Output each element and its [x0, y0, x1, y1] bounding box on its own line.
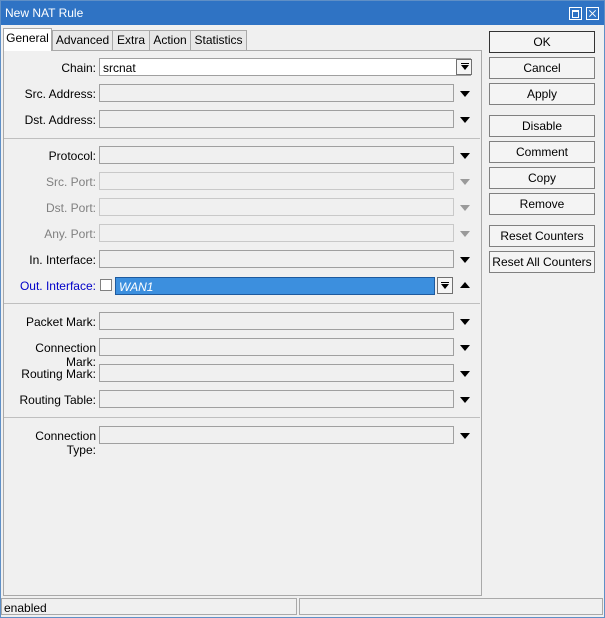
protocol-dropdown-icon[interactable]: [460, 153, 470, 159]
connection-mark-row: Connection Mark:: [4, 338, 479, 369]
title-bar[interactable]: New NAT Rule: [1, 1, 604, 25]
window-title: New NAT Rule: [5, 6, 84, 20]
connection-mark-dropdown-icon[interactable]: [460, 345, 470, 351]
protocol-row: Protocol:: [4, 146, 479, 166]
apply-button[interactable]: Apply: [489, 83, 595, 105]
connection-type-field[interactable]: [99, 426, 454, 444]
tab-action[interactable]: Action: [149, 30, 191, 50]
tab-general[interactable]: General: [3, 28, 52, 51]
in-interface-dropdown-icon[interactable]: [460, 257, 470, 263]
comment-button[interactable]: Comment: [489, 141, 595, 163]
cancel-button[interactable]: Cancel: [489, 57, 595, 79]
packet-mark-dropdown-icon[interactable]: [460, 319, 470, 325]
src-address-label: Src. Address:: [24, 87, 96, 101]
tab-extra[interactable]: Extra: [112, 30, 150, 50]
copy-button[interactable]: Copy: [489, 167, 595, 189]
routing-mark-field[interactable]: [99, 364, 454, 382]
dst-port-dropdown-icon: [460, 205, 470, 211]
separator: [4, 303, 480, 304]
nat-rule-window: New NAT Rule General Advanced Extra Acti…: [0, 0, 605, 618]
chain-dropdown-icon[interactable]: [456, 59, 472, 75]
src-address-dropdown-icon[interactable]: [460, 91, 470, 97]
chain-label: Chain:: [61, 61, 96, 75]
remove-button[interactable]: Remove: [489, 193, 595, 215]
connection-type-dropdown-icon[interactable]: [460, 433, 470, 439]
protocol-label: Protocol:: [48, 149, 96, 163]
src-port-dropdown-icon: [460, 179, 470, 185]
protocol-field[interactable]: [99, 146, 454, 164]
out-interface-label: Out. Interface:: [19, 279, 96, 293]
packet-mark-label: Packet Mark:: [25, 315, 96, 329]
out-interface-row: Out. Interface: WAN1: [4, 276, 479, 296]
status-bar: enabled: [1, 597, 604, 617]
packet-mark-field[interactable]: [99, 312, 454, 330]
routing-table-label: Routing Table:: [19, 393, 97, 407]
general-panel: Chain: srcnat Src. Address: Dst. Address…: [3, 50, 482, 596]
status-enabled: enabled: [1, 598, 297, 615]
connection-type-label: Connection Type:: [35, 429, 96, 457]
separator: [4, 417, 480, 418]
any-port-label: Any. Port:: [44, 227, 96, 241]
in-interface-label: In. Interface:: [29, 253, 96, 267]
dst-port-label: Dst. Port:: [45, 201, 96, 215]
out-interface-collapse-icon[interactable]: [460, 282, 470, 288]
dst-port-row: Dst. Port:: [4, 198, 479, 218]
connection-mark-field[interactable]: [99, 338, 454, 356]
tab-advanced[interactable]: Advanced: [52, 30, 113, 50]
src-port-field: [99, 172, 454, 190]
ok-button[interactable]: OK: [489, 31, 595, 53]
dst-address-dropdown-icon[interactable]: [460, 117, 470, 123]
separator: [4, 138, 480, 139]
routing-mark-dropdown-icon[interactable]: [460, 371, 470, 377]
routing-table-dropdown-icon[interactable]: [460, 397, 470, 403]
packet-mark-row: Packet Mark:: [4, 312, 479, 332]
chain-select[interactable]: srcnat: [99, 58, 471, 76]
chain-value: srcnat: [103, 61, 136, 75]
out-interface-dropdown-icon[interactable]: [437, 277, 453, 294]
reset-all-counters-button[interactable]: Reset All Counters: [489, 251, 595, 273]
routing-mark-label: Routing Mark:: [21, 367, 96, 381]
in-interface-field[interactable]: [99, 250, 454, 268]
dst-address-label: Dst. Address:: [24, 113, 96, 127]
out-interface-select[interactable]: WAN1: [115, 277, 435, 295]
status-secondary: [299, 598, 603, 615]
close-icon[interactable]: [586, 7, 599, 20]
out-interface-value: WAN1: [119, 280, 154, 294]
any-port-row: Any. Port:: [4, 224, 479, 244]
routing-table-row: Routing Table:: [4, 390, 479, 410]
any-port-dropdown-icon: [460, 231, 470, 237]
routing-mark-row: Routing Mark:: [4, 364, 479, 384]
src-port-row: Src. Port:: [4, 172, 479, 192]
in-interface-row: In. Interface:: [4, 250, 479, 270]
maximize-icon[interactable]: [569, 7, 582, 20]
reset-counters-button[interactable]: Reset Counters: [489, 225, 595, 247]
src-address-field[interactable]: [99, 84, 454, 102]
dst-address-field[interactable]: [99, 110, 454, 128]
dst-address-row: Dst. Address:: [4, 110, 479, 130]
src-address-row: Src. Address:: [4, 84, 479, 104]
chain-row: Chain: srcnat: [4, 58, 479, 78]
routing-table-field[interactable]: [99, 390, 454, 408]
src-port-label: Src. Port:: [45, 175, 96, 189]
out-interface-negate-checkbox[interactable]: [100, 279, 112, 291]
tab-statistics[interactable]: Statistics: [190, 30, 247, 50]
disable-button[interactable]: Disable: [489, 115, 595, 137]
dst-port-field: [99, 198, 454, 216]
connection-type-row: Connection Type:: [4, 426, 479, 457]
any-port-field: [99, 224, 454, 242]
